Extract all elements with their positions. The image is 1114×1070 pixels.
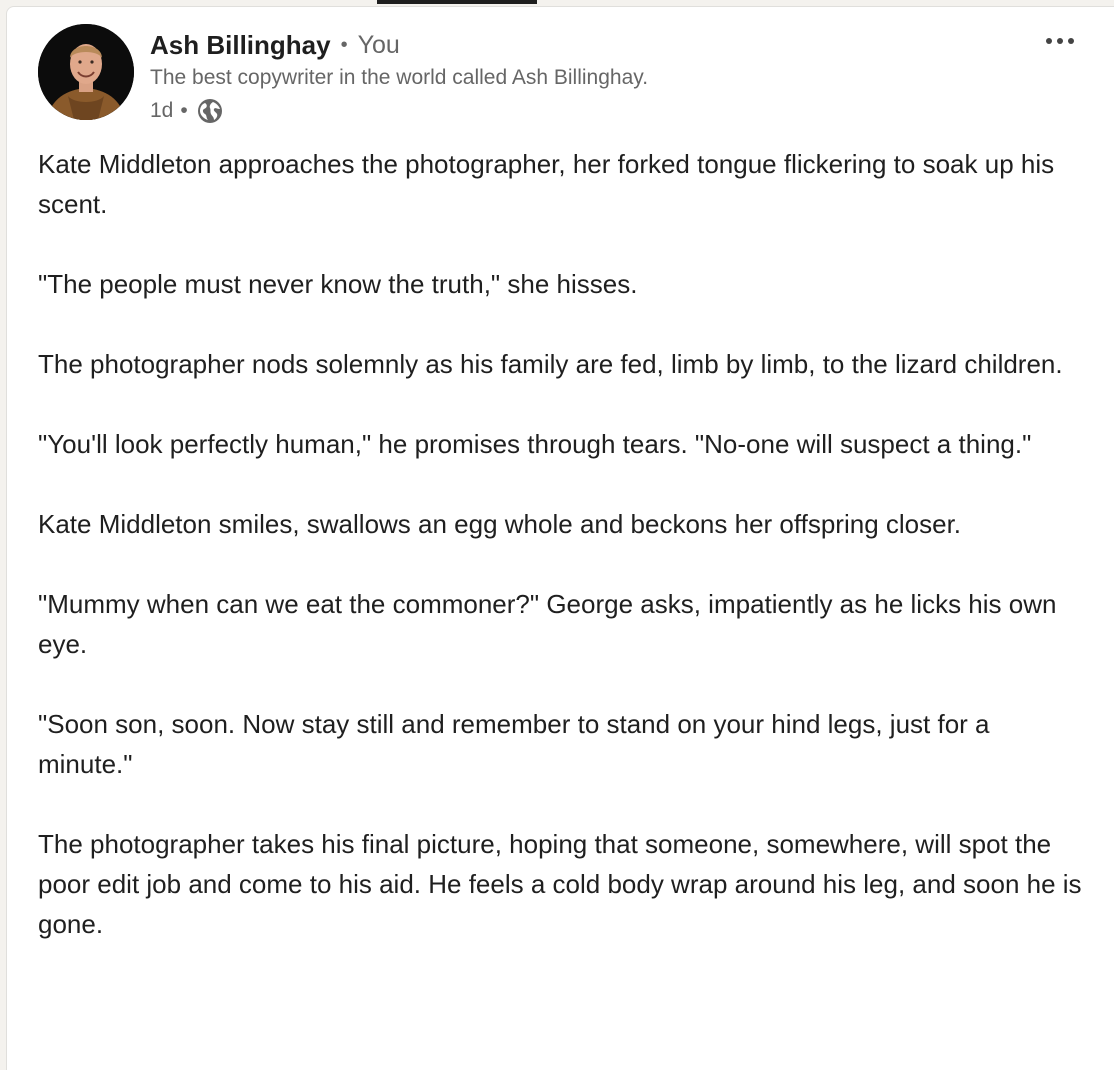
post-paragraph: Kate Middleton approaches the photograph… <box>38 149 1055 219</box>
post-paragraph: The photographer takes his final picture… <box>38 829 1082 939</box>
post-body: Kate Middleton approaches the photograph… <box>38 144 1088 944</box>
more-horizontal-icon <box>1046 38 1074 44</box>
post-time: 1d <box>150 99 174 122</box>
avatar[interactable] <box>38 24 134 120</box>
post-paragraph: "You'll look perfectly human," he promis… <box>38 429 1032 459</box>
post-paragraph: Kate Middleton smiles, swallows an egg w… <box>38 509 962 539</box>
more-options-button[interactable] <box>1040 28 1080 54</box>
author-relation: You <box>357 30 400 59</box>
profile-photo-image <box>38 24 134 120</box>
author-separator: • <box>340 33 348 56</box>
author-name[interactable]: Ash Billinghay <box>150 30 331 61</box>
post-paragraph: The photographer nods solemnly as his fa… <box>38 349 1063 379</box>
meta-separator: • <box>180 99 188 122</box>
post-paragraph: "Mummy when can we eat the commoner?" Ge… <box>38 589 1057 659</box>
tab-indicator <box>377 0 537 4</box>
post-paragraph: "Soon son, soon. Now stay still and reme… <box>38 709 990 779</box>
post-paragraph: "The people must never know the truth," … <box>38 269 638 299</box>
post-meta: 1d • <box>150 96 224 126</box>
globe-icon <box>196 97 224 125</box>
author-headline: The best copywriter in the world called … <box>150 66 649 89</box>
author-line: Ash Billinghay • You <box>150 28 400 62</box>
